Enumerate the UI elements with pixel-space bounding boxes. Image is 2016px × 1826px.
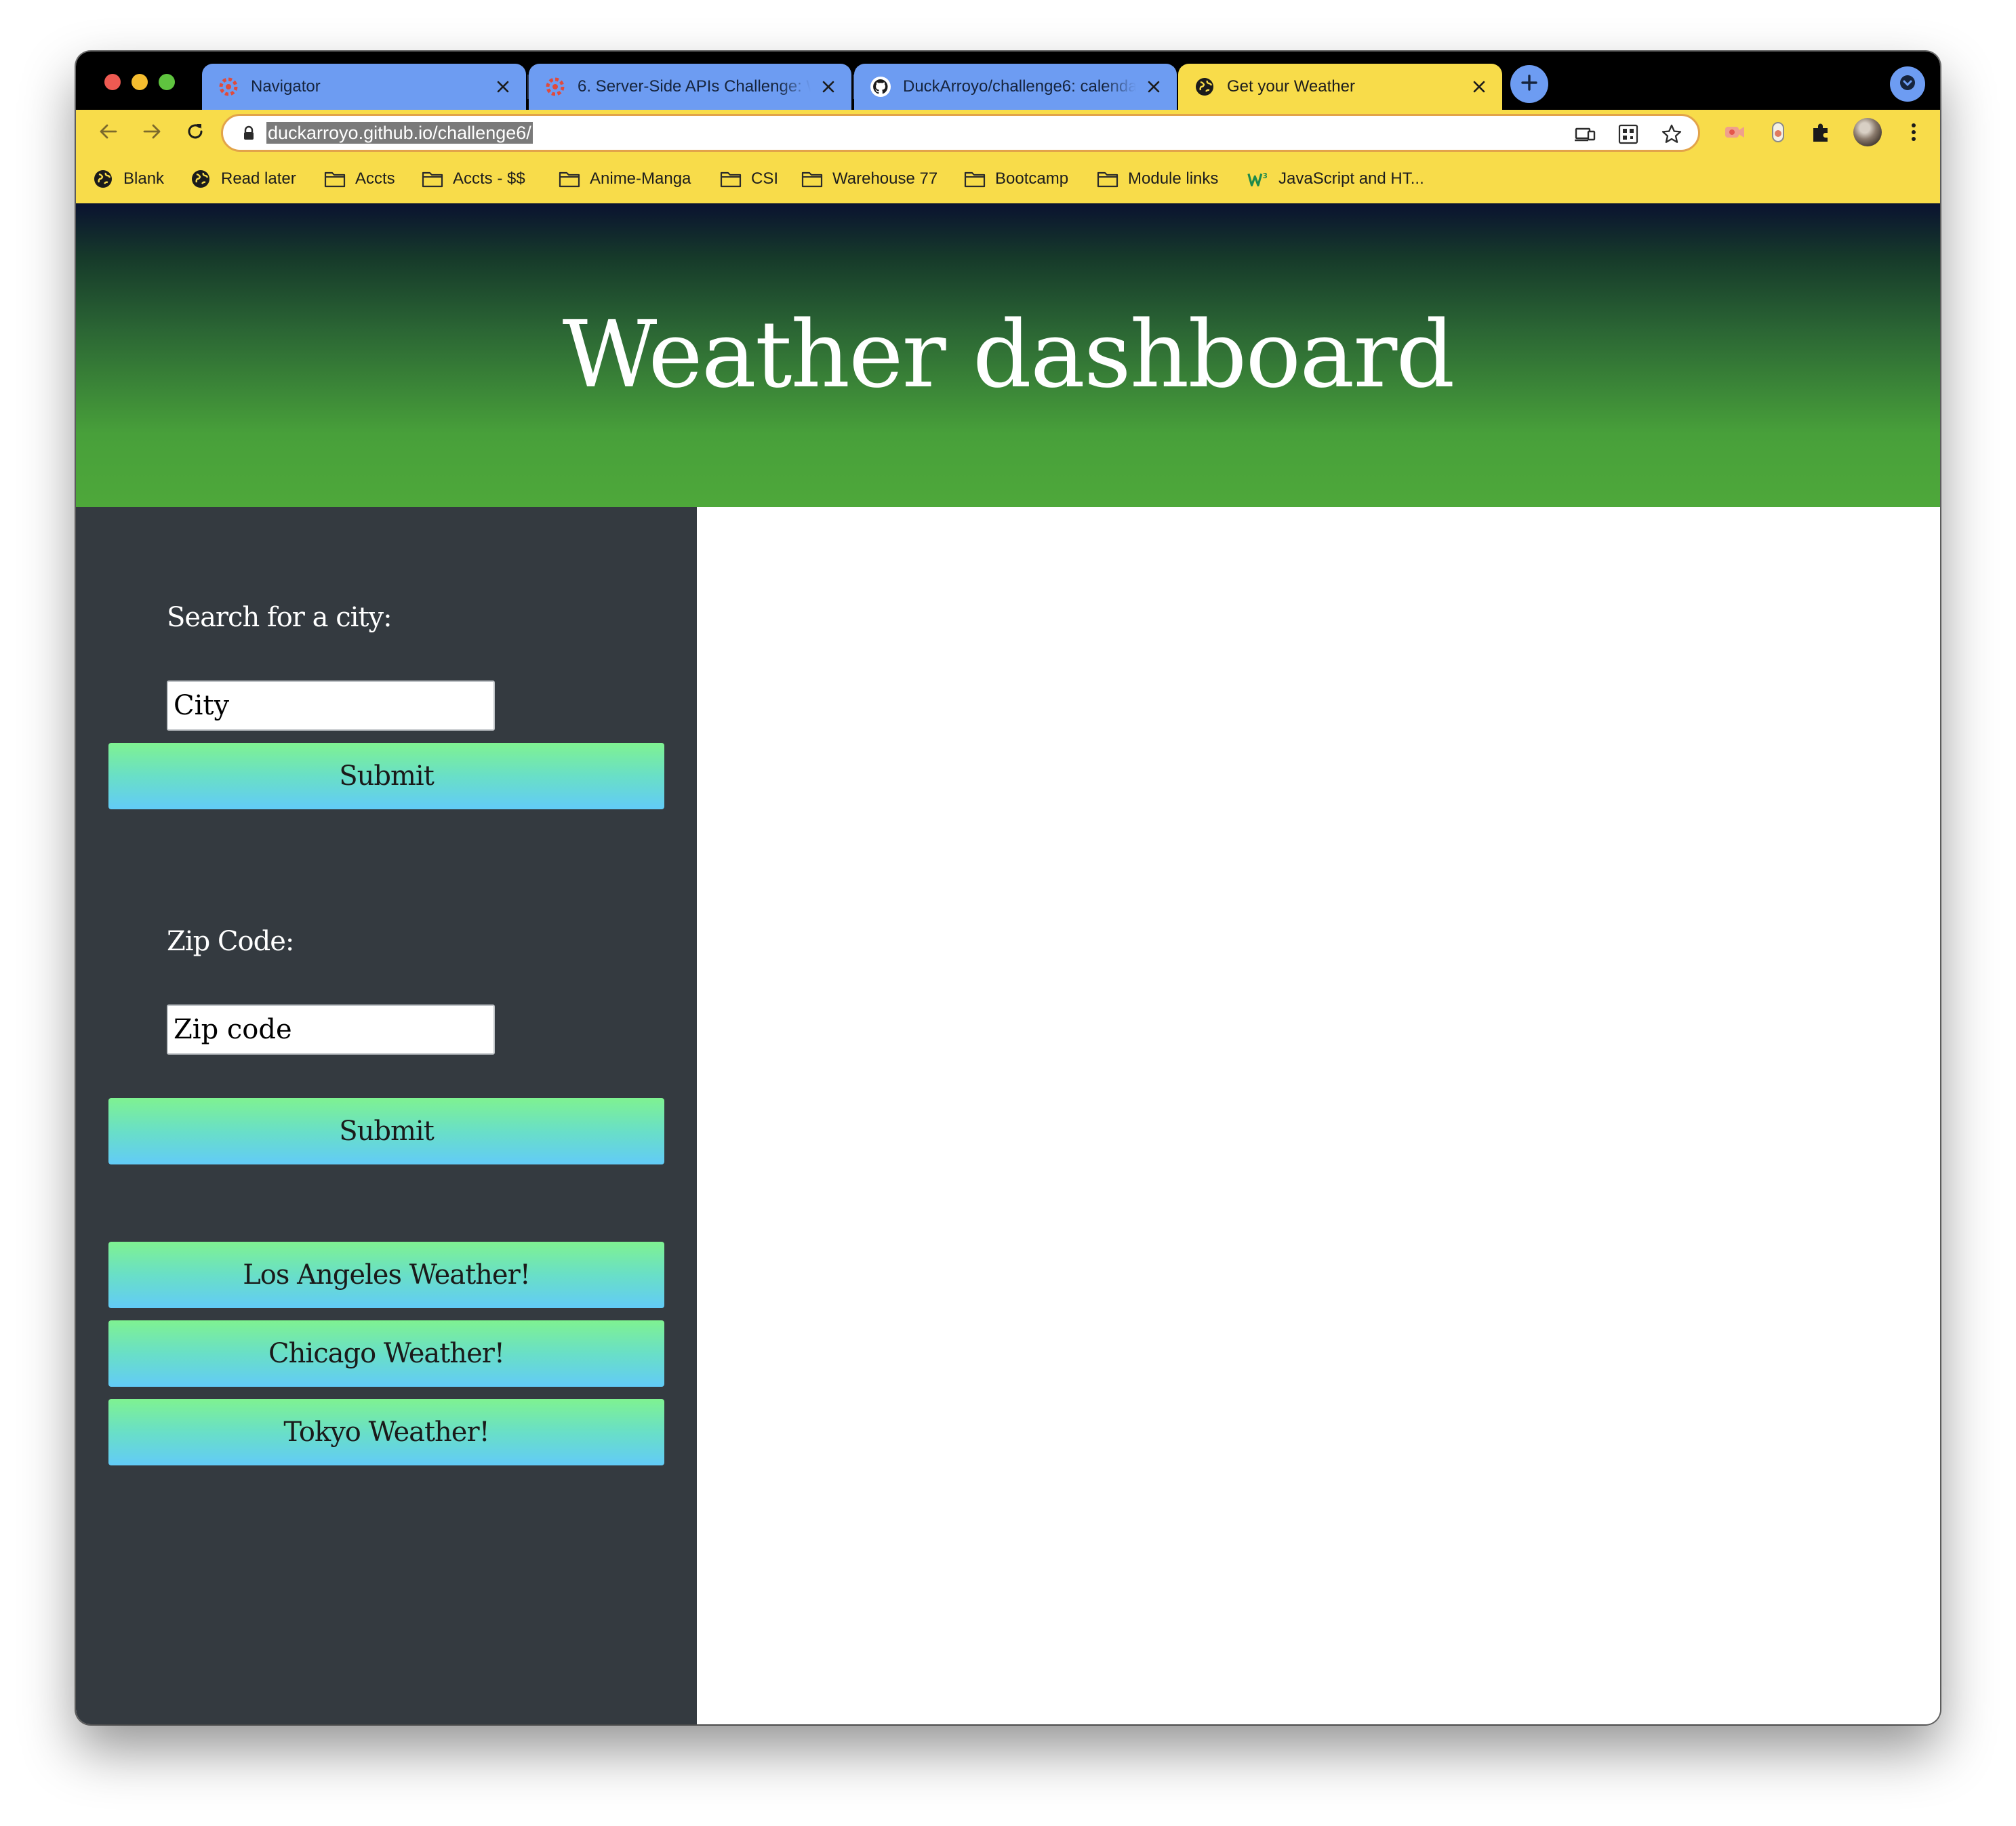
cast-icon[interactable]	[1572, 121, 1598, 147]
bookmark-javascript-html[interactable]: 3 JavaScript and HT...	[1247, 165, 1424, 192]
bookmark-folder-accts-money[interactable]: Accts - $$	[422, 165, 525, 192]
folder-icon	[801, 168, 823, 190]
bookmark-read-later[interactable]: Read later	[190, 165, 296, 192]
maximize-window-button[interactable]	[159, 74, 175, 90]
github-icon	[869, 75, 892, 98]
url-text[interactable]: duckarroyo.github.io/challenge6/	[266, 122, 533, 144]
zip-code-label: Zip Code:	[167, 926, 294, 957]
city-submit-button[interactable]: Submit	[108, 743, 664, 809]
bookmark-folder-accts[interactable]: Accts	[324, 165, 395, 192]
zip-submit-button[interactable]: Submit	[108, 1098, 664, 1164]
folder-icon	[559, 168, 580, 190]
bookmark-label: Accts - $$	[453, 169, 525, 188]
globe-icon	[1193, 75, 1216, 98]
reload-icon	[185, 121, 205, 145]
bookmark-blank[interactable]: Blank	[92, 165, 164, 192]
browser-toolbar: duckarroyo.github.io/challenge6/	[76, 110, 1940, 156]
los-angeles-weather-button[interactable]: Los Angeles Weather!	[108, 1242, 664, 1308]
tab-title: DuckArroyo/challenge6: calendar	[903, 77, 1136, 96]
close-window-button[interactable]	[104, 74, 121, 90]
bookmark-label: Blank	[123, 169, 165, 188]
tab-title: Navigator	[251, 77, 321, 96]
red-gear-icon	[544, 75, 567, 98]
bookmark-label: Anime-Manga	[590, 169, 691, 188]
puzzle-piece-icon[interactable]	[1807, 118, 1836, 146]
screen-recorder-icon[interactable]	[1720, 118, 1749, 146]
page-viewport: Weather dashboard Search for a city: Sub…	[76, 203, 1940, 1724]
svg-text:3: 3	[1263, 172, 1268, 180]
globe-icon	[92, 168, 114, 190]
kebab-menu-icon[interactable]	[1899, 118, 1928, 146]
bookmark-folder-csi[interactable]: CSI	[720, 165, 778, 192]
tab-title: 6. Server-Side APIs Challenge: Weather D…	[578, 77, 811, 96]
folder-icon	[964, 168, 986, 190]
browser-window: Navigator 6. Server-Side APIs Challenge:…	[76, 52, 1940, 1724]
back-button[interactable]	[91, 115, 126, 150]
reload-button[interactable]	[178, 115, 213, 150]
tab-navigator[interactable]: Navigator	[202, 64, 526, 110]
new-tab-button[interactable]	[1510, 65, 1548, 103]
address-bar[interactable]: duckarroyo.github.io/challenge6/	[221, 114, 1700, 152]
bookmark-folder-bootcamp[interactable]: Bootcamp	[964, 165, 1068, 192]
w3schools-icon: 3	[1247, 168, 1269, 190]
weather-results-area	[697, 507, 1940, 1724]
hero-header: Weather dashboard	[76, 203, 1940, 507]
globe-icon	[190, 168, 211, 190]
bookmark-folder-anime-manga[interactable]: Anime-Manga	[559, 165, 691, 192]
tab-get-your-weather[interactable]: Get your Weather	[1178, 64, 1502, 110]
folder-icon	[324, 168, 346, 190]
folder-icon	[720, 168, 742, 190]
close-icon[interactable]	[1470, 77, 1489, 96]
minimize-window-button[interactable]	[132, 74, 148, 90]
close-icon[interactable]	[819, 77, 838, 96]
bookmark-label: Accts	[355, 169, 395, 188]
page-title: Weather dashboard	[562, 302, 1455, 409]
chevron-down-icon	[1897, 73, 1918, 96]
bookmark-label: Bootcamp	[995, 169, 1069, 188]
tab-title: Get your Weather	[1227, 77, 1355, 96]
chicago-weather-button[interactable]: Chicago Weather!	[108, 1320, 664, 1387]
star-icon[interactable]	[1659, 121, 1685, 147]
zip-code-input[interactable]	[167, 1005, 495, 1055]
red-gear-icon	[217, 75, 240, 98]
close-icon[interactable]	[1144, 77, 1163, 96]
extension-badge-icon[interactable]	[1764, 118, 1792, 146]
bookmark-label: JavaScript and HT...	[1278, 169, 1424, 188]
bookmark-folder-module-links[interactable]: Module links	[1097, 165, 1218, 192]
close-icon[interactable]	[493, 77, 512, 96]
city-input[interactable]	[167, 681, 495, 731]
forward-button[interactable]	[134, 115, 169, 150]
profile-avatar[interactable]	[1853, 118, 1882, 146]
bookmark-label: CSI	[751, 169, 779, 188]
tab-strip: Navigator 6. Server-Side APIs Challenge:…	[76, 52, 1940, 110]
bookmark-label: Warehouse 77	[832, 169, 938, 188]
plus-icon	[1519, 73, 1539, 96]
bookmark-label: Read later	[221, 169, 296, 188]
search-sidebar: Search for a city: Submit Zip Code: Subm…	[76, 507, 697, 1724]
lock-icon	[241, 125, 257, 142]
city-search-label: Search for a city:	[167, 602, 392, 633]
qr-code-icon[interactable]	[1615, 121, 1641, 147]
tab-server-side-apis[interactable]: 6. Server-Side APIs Challenge: Weather D…	[529, 64, 851, 110]
tab-search-button[interactable]	[1890, 66, 1925, 102]
folder-icon	[1097, 168, 1118, 190]
bookmarks-bar: Blank Read later Accts Accts - $$ Anime-…	[76, 156, 1940, 203]
arrow-right-icon	[142, 121, 162, 145]
tab-github-repo[interactable]: DuckArroyo/challenge6: calendar	[854, 64, 1177, 110]
bookmark-label: Module links	[1128, 169, 1219, 188]
bookmark-folder-warehouse-77[interactable]: Warehouse 77	[801, 165, 938, 192]
folder-icon	[422, 168, 443, 190]
tokyo-weather-button[interactable]: Tokyo Weather!	[108, 1399, 664, 1465]
arrow-left-icon	[98, 121, 119, 145]
